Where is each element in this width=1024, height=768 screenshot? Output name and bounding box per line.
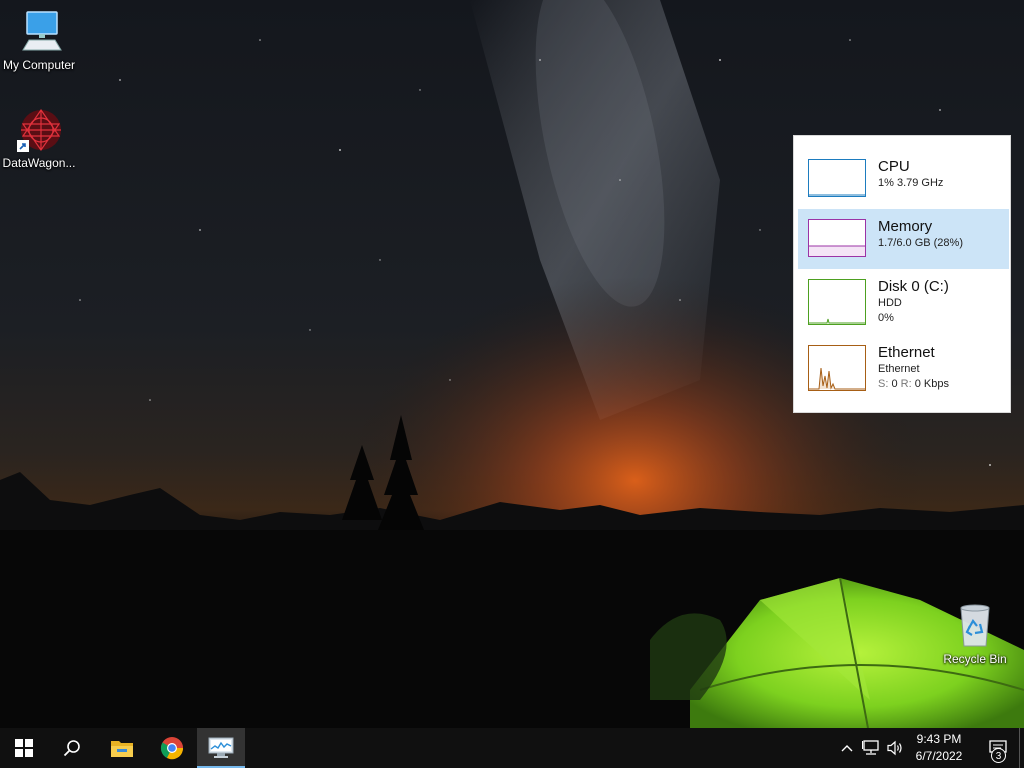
computer-icon — [15, 8, 63, 56]
memory-graph — [808, 219, 866, 257]
file-explorer-icon — [111, 741, 133, 757]
show-hidden-icons-button[interactable] — [838, 738, 856, 758]
disk-graph — [808, 279, 866, 325]
memory-usage-text: 1.7/6.0 GB (28%) — [878, 237, 963, 249]
desktop-icon-datawagon[interactable]: DataWagon... — [0, 106, 78, 170]
ethernet-throughput-text: S: 0 R: 0 Kbps — [878, 377, 949, 392]
desktop-icon-recycle-bin[interactable]: Recycle Bin — [936, 602, 1014, 666]
file-explorer-button[interactable] — [98, 728, 146, 768]
task-manager-icon — [208, 737, 234, 758]
start-button[interactable] — [0, 728, 48, 768]
send-label: S: — [878, 378, 889, 390]
cpu-title: CPU — [878, 158, 910, 175]
windows-start-icon — [15, 739, 33, 757]
tm-item-disk[interactable]: Disk 0 (C:) HDD 0% — [798, 269, 1009, 335]
recycle-bin-icon — [951, 602, 999, 650]
datawagon-logo-icon — [15, 106, 63, 154]
desktop-icon-label: My Computer — [2, 58, 76, 72]
task-manager-summary-panel[interactable]: CPU 1% 3.79 GHz Memory 1.7/6.0 GB (28%) … — [793, 135, 1011, 413]
chevron-up-icon — [841, 745, 853, 752]
chrome-icon — [160, 737, 184, 760]
desktop-icon-my-computer[interactable]: My Computer — [0, 8, 78, 72]
clock-time: 9:43 PM — [916, 732, 962, 746]
cpu-usage-text: 1% 3.79 GHz — [878, 177, 944, 189]
notification-count-badge: 3 — [991, 748, 1006, 763]
disk-usage-text: 0% — [878, 312, 894, 324]
show-desktop-button[interactable] — [1019, 728, 1024, 768]
taskbar: 9:43 PM 6/7/2022 3 — [0, 728, 1024, 768]
disk-title: Disk 0 (C:) — [878, 278, 949, 295]
search-icon — [63, 740, 80, 757]
memory-title: Memory — [878, 218, 933, 235]
task-manager-taskbar-button[interactable] — [197, 728, 245, 768]
taskbar-clock[interactable]: 9:43 PM 6/7/2022 — [900, 731, 978, 765]
tm-item-memory[interactable]: Memory 1.7/6.0 GB (28%) — [798, 209, 1009, 269]
desktop-icon-label: DataWagon... — [2, 156, 76, 170]
ethernet-title: Ethernet — [878, 344, 935, 361]
receive-label: R: — [900, 378, 912, 390]
clock-date: 6/7/2022 — [915, 749, 963, 763]
network-icon — [862, 740, 879, 755]
tm-item-ethernet[interactable]: Ethernet Ethernet S: 0 R: 0 Kbps — [798, 335, 1009, 401]
send-value: 0 — [891, 378, 898, 390]
network-tray-button[interactable] — [860, 738, 882, 758]
desktop-icon-label: Recycle Bin — [943, 652, 1007, 666]
ethernet-graph — [808, 345, 866, 391]
search-button[interactable] — [48, 728, 96, 768]
receive-value: 0 Kbps — [914, 378, 949, 390]
disk-type-text: HDD — [878, 297, 902, 309]
chrome-button[interactable] — [148, 728, 196, 768]
cpu-graph — [808, 159, 866, 197]
ethernet-adapter-text: Ethernet — [878, 363, 920, 375]
tm-item-cpu[interactable]: CPU 1% 3.79 GHz — [798, 149, 1009, 209]
